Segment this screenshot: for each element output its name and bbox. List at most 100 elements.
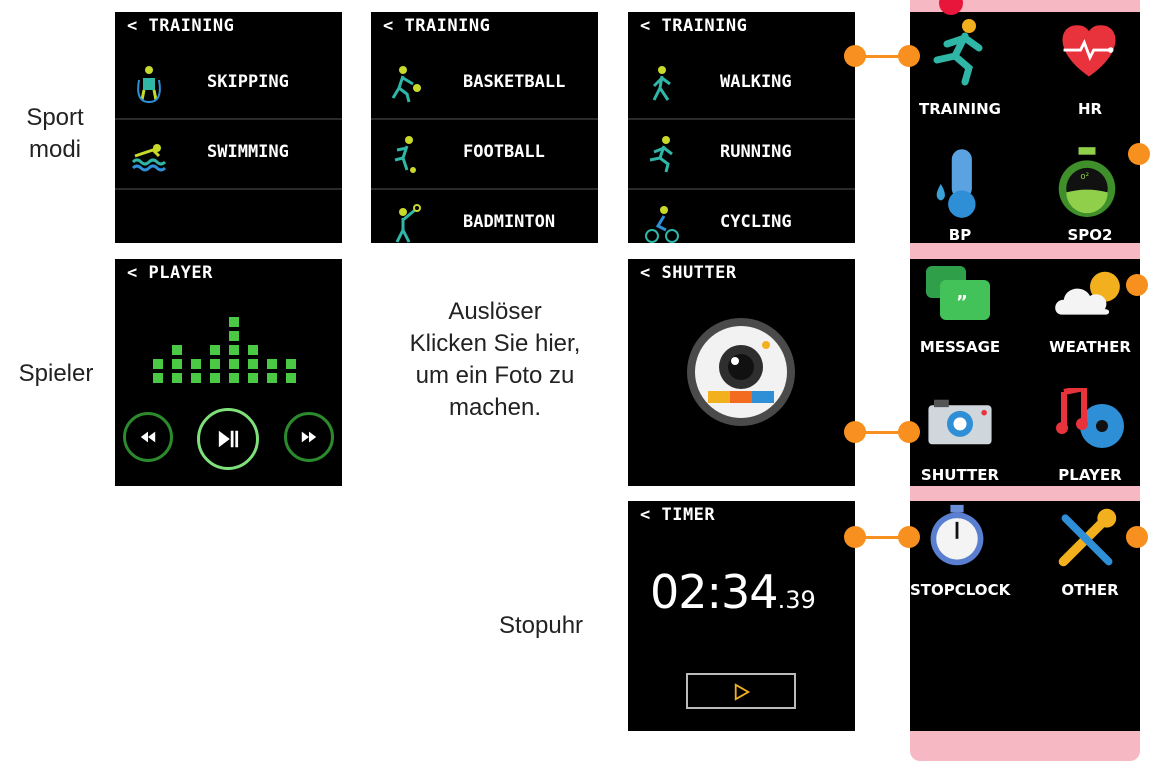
list-item-basketball[interactable]: BASKETBALL	[371, 50, 598, 120]
timer-start-button[interactable]	[686, 673, 796, 709]
menu-tile-spo2[interactable]: o² SPO2	[1040, 142, 1140, 244]
shutter-label: Auslöser Klicken Sie hier, um ein Foto z…	[380, 296, 610, 424]
cycling-icon	[645, 206, 679, 243]
callout-dot	[844, 45, 866, 67]
back-header[interactable]: < TIMER	[640, 505, 715, 525]
back-header[interactable]: < TRAINING	[127, 16, 234, 36]
svg-text:o²: o²	[1080, 171, 1089, 181]
back-header[interactable]: < SHUTTER	[640, 263, 737, 283]
tile-label: BP	[948, 226, 972, 244]
item-label: BADMINTON	[463, 212, 556, 232]
callout-dot	[844, 421, 866, 443]
eq-block	[210, 373, 220, 383]
eq-block	[172, 345, 182, 355]
menu-tile-bp[interactable]: BP	[910, 142, 1010, 244]
callout-dot	[898, 421, 920, 443]
svg-text:”: ”	[956, 292, 968, 313]
divider	[115, 188, 342, 190]
eq-block	[286, 359, 296, 369]
tile-label: WEATHER	[1049, 338, 1131, 356]
list-item-skipping[interactable]: SKIPPING	[115, 50, 342, 120]
training-screen-2: < TRAINING BASKETBALL FOOTBALL BADMINTON	[371, 12, 598, 243]
list-item-walking[interactable]: WALKING	[628, 50, 855, 120]
label-line: machen.	[448, 394, 542, 421]
eq-block	[191, 373, 201, 383]
tile-label: STOPCLOCK	[910, 581, 1011, 599]
list-item-swimming[interactable]: SWIMMING	[115, 120, 342, 190]
list-item-cycling[interactable]: CYCLING	[628, 190, 855, 243]
tile-label: TRAINING	[919, 100, 1001, 118]
menu-tile-message[interactable]: ” MESSAGE	[910, 262, 1010, 370]
stopwatch-icon	[930, 504, 984, 566]
tile-label: HR	[1077, 100, 1103, 118]
list-item-football[interactable]: FOOTBALL	[371, 120, 598, 190]
eq-block	[229, 331, 239, 341]
menu-tile-training[interactable]: TRAINING	[910, 14, 1010, 140]
item-label: SKIPPING	[207, 72, 289, 92]
menu-tile-weather[interactable]: WEATHER	[1040, 262, 1140, 370]
eq-block	[191, 359, 201, 369]
menu-tile-other[interactable]: OTHER	[1040, 503, 1140, 613]
watch-band-bottom	[910, 731, 1140, 761]
timer-screen: < TIMER 02:34.39	[628, 501, 855, 731]
item-label: FOOTBALL	[463, 142, 545, 162]
tile-label: PLAYER	[1058, 466, 1122, 484]
play-icon	[734, 683, 751, 701]
callout-dot	[898, 45, 920, 67]
menu-tile-hr[interactable]: HR	[1040, 14, 1140, 140]
label-line: Stopuhr	[498, 612, 584, 639]
badminton-icon	[395, 204, 421, 243]
swimming-icon	[131, 144, 167, 172]
back-header[interactable]: < TRAINING	[640, 16, 747, 36]
item-label: RUNNING	[720, 142, 792, 162]
running-icon	[649, 136, 673, 173]
rewind-button[interactable]	[123, 412, 173, 462]
label-line: Spieler	[18, 360, 94, 387]
weather-icon	[1055, 271, 1120, 315]
item-label: WALKING	[720, 72, 792, 92]
menu-tile-stopclock[interactable]: STOPCLOCK	[910, 503, 1010, 613]
eq-block	[248, 373, 258, 383]
eq-block	[229, 359, 239, 369]
panel-divider	[910, 486, 1140, 501]
back-header[interactable]: < PLAYER	[127, 263, 213, 283]
eq-block	[248, 359, 258, 369]
eq-block	[172, 359, 182, 369]
eq-block	[153, 359, 163, 369]
back-header[interactable]: < TRAINING	[383, 16, 490, 36]
list-item-badminton[interactable]: BADMINTON	[371, 190, 598, 243]
tile-label: OTHER	[1061, 581, 1119, 599]
timer-label: Stopuhr	[466, 610, 616, 642]
menu-tile-player[interactable]: PLAYER	[1040, 388, 1140, 484]
eq-block	[286, 373, 296, 383]
callout-dot	[1126, 526, 1148, 548]
camera-icon	[928, 399, 992, 445]
timer-main: 02:34	[650, 565, 779, 619]
fast-forward-icon	[301, 431, 317, 443]
runner-icon	[933, 19, 983, 86]
heart-rate-icon	[1062, 25, 1116, 77]
play-pause-button[interactable]	[197, 408, 259, 470]
label-line: modi	[28, 136, 82, 163]
training-screen-1: < TRAINING SKIPPING SWIMMING	[115, 12, 342, 243]
tile-label: MESSAGE	[919, 338, 1001, 356]
callout-dot	[898, 526, 920, 548]
fast-forward-button[interactable]	[284, 412, 334, 462]
basketball-icon	[391, 66, 421, 103]
timer-display: 02:34.39	[650, 565, 816, 619]
walking-icon	[652, 66, 671, 101]
item-label: SWIMMING	[207, 142, 289, 162]
thermometer-icon	[936, 149, 976, 218]
item-label: BASKETBALL	[463, 72, 566, 92]
menu-tile-shutter[interactable]: SHUTTER	[910, 388, 1010, 484]
list-item-running[interactable]: RUNNING	[628, 120, 855, 190]
equalizer	[153, 303, 305, 383]
tools-icon	[1058, 508, 1117, 567]
eq-block	[267, 359, 277, 369]
eq-block	[229, 317, 239, 327]
eq-block	[267, 373, 277, 383]
tile-label: SPO2	[1067, 226, 1113, 244]
shutter-screen: < SHUTTER	[628, 259, 855, 486]
camera-shutter-button[interactable]	[686, 317, 796, 427]
player-screen: < PLAYER	[115, 259, 342, 486]
